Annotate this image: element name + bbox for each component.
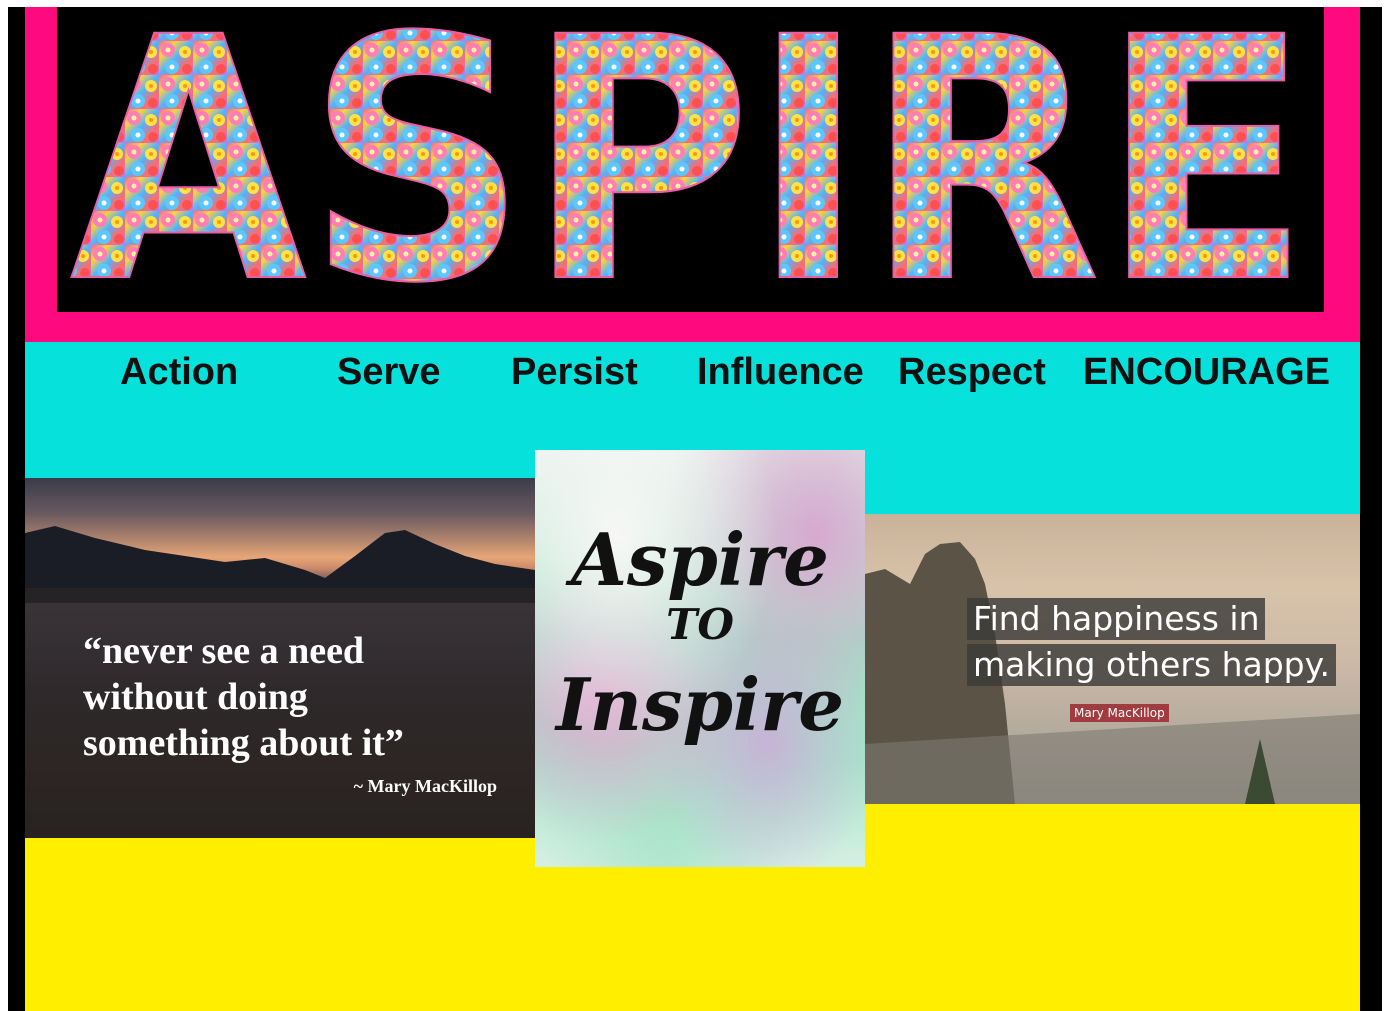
aspire-banner: ASPIRE	[57, 7, 1324, 312]
value-action: Action	[120, 351, 239, 393]
poster-line-aspire: Aspire	[571, 517, 829, 602]
banner-title: ASPIRE	[70, 7, 1310, 312]
quote-line: making others happy.	[967, 644, 1336, 686]
lake-sunset-quote-image: “never see a need without doing somethin…	[25, 478, 535, 838]
quote-text: “never see a need without doing somethin…	[83, 628, 523, 766]
value-persist: Persist	[511, 351, 638, 393]
aspire-to-inspire-poster: Aspire TO Inspire	[535, 450, 865, 867]
quote-line: “never see a need	[83, 630, 365, 672]
quote-author-badge: Mary MacKillop	[1070, 704, 1169, 722]
poster-line-to: TO	[666, 600, 734, 649]
quote-line: something about it”	[83, 722, 404, 764]
floral-letters-graphic: ASPIRE	[69, 7, 1311, 312]
poster-line-inspire: Inspire	[556, 662, 844, 747]
value-encourage: ENCOURAGE	[1083, 351, 1331, 393]
value-serve: Serve	[337, 351, 441, 393]
quote-line: Find happiness in	[967, 598, 1266, 640]
cliff-quote-image: Find happiness in making others happy. M…	[865, 514, 1360, 804]
quote-line: without doing	[83, 676, 308, 718]
value-respect: Respect	[898, 351, 1046, 393]
quote-author: ~ Mary MacKillop	[353, 776, 497, 796]
value-influence: Influence	[697, 351, 864, 393]
